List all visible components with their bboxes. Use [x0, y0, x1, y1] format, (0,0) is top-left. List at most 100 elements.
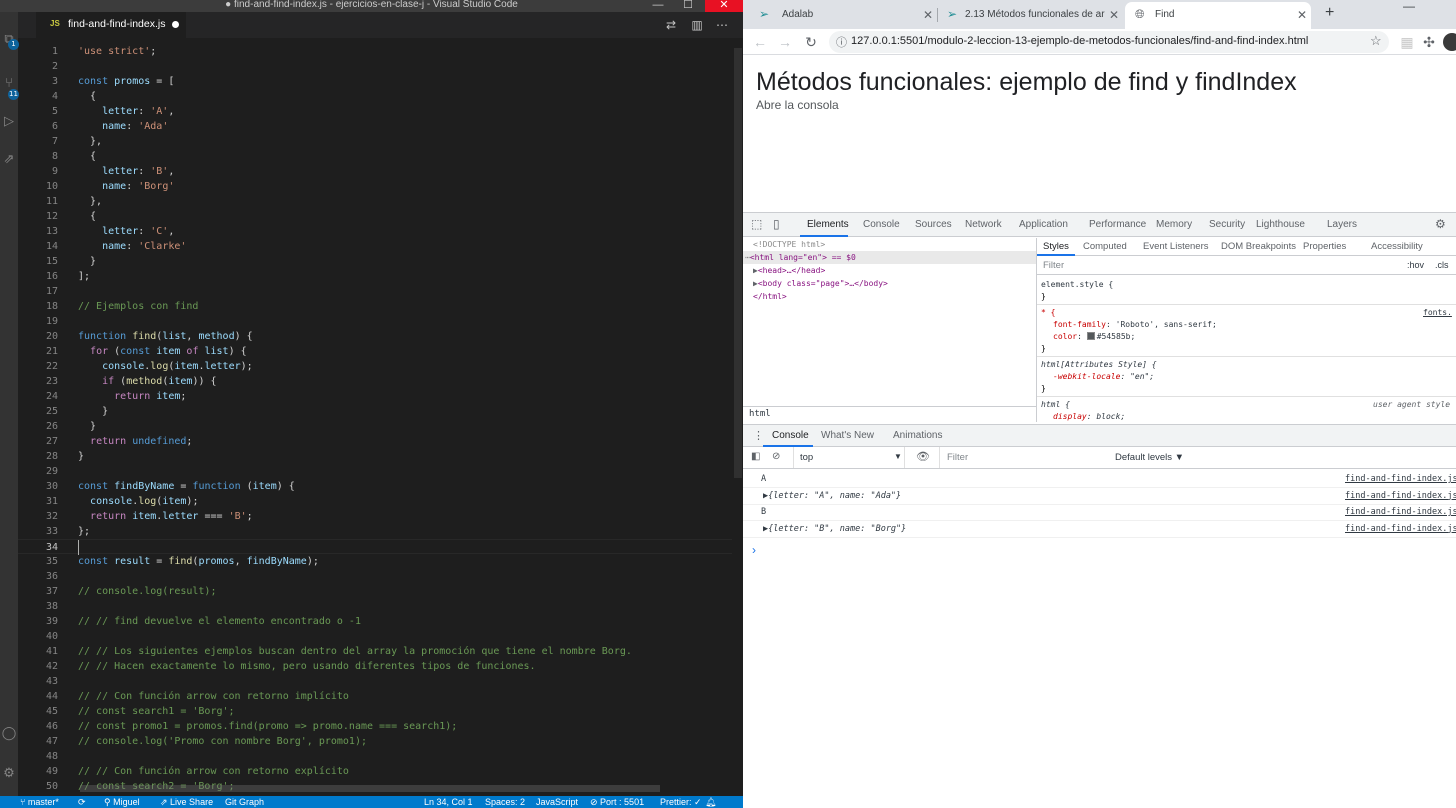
code-line[interactable]: 34 [18, 539, 733, 555]
universal-selector[interactable]: * { [1041, 308, 1055, 317]
doctype-node[interactable]: <!DOCTYPE html> [753, 238, 825, 251]
live-server-port[interactable]: ⊘ Port : 5501 [590, 796, 644, 808]
code-line[interactable]: 3 const promos = [ [18, 74, 733, 89]
code-line[interactable]: 9 letter: 'B', [18, 164, 733, 179]
devtools-tab-sources[interactable]: Sources [915, 219, 952, 230]
code-line[interactable]: 14 name: 'Clarke' [18, 239, 733, 254]
code-line[interactable]: 38 [18, 599, 733, 614]
console-message[interactable]: Afind-and-find-index.js [743, 471, 1456, 488]
styles-tab-accessibility[interactable]: Accessibility [1371, 241, 1423, 252]
styles-tab-styles[interactable]: Styles [1043, 241, 1069, 252]
styles-filter-input[interactable]: Filter [1043, 260, 1064, 271]
split-editor-icon[interactable]: ▥ [689, 17, 705, 33]
devtools-tab-application[interactable]: Application [1019, 219, 1068, 230]
code-line[interactable]: 44 // // Con función arrow con retorno im… [18, 689, 733, 704]
live-expression-eye-icon[interactable]: 👁︎ [916, 450, 930, 463]
bookmark-star-icon[interactable]: ☆ [1370, 33, 1382, 49]
code-line[interactable]: 18 // Ejemplos con find [18, 299, 733, 314]
code-line[interactable]: 45 // const search1 = 'Borg'; [18, 704, 733, 719]
code-line[interactable]: 49 // // Con función arrow con retorno ex… [18, 764, 733, 779]
styles-tab-event-listeners[interactable]: Event Listeners [1143, 241, 1208, 252]
code-line[interactable]: 22 console.log(item.letter); [18, 359, 733, 374]
close-tab-icon[interactable]: ✕ [923, 8, 933, 22]
sync-icon[interactable]: ⟳ [78, 796, 86, 808]
code-line[interactable]: 48 [18, 749, 733, 764]
editor-scrollbar[interactable] [732, 38, 743, 796]
drawer-tab-console[interactable]: Console [772, 430, 809, 441]
close-tab-icon[interactable]: ✕ [1109, 8, 1119, 22]
code-line[interactable]: 8 { [18, 149, 733, 164]
code-line[interactable]: 27 return undefined; [18, 434, 733, 449]
drawer-tab-animations[interactable]: Animations [893, 430, 942, 441]
stylesheet-source-link[interactable]: fonts. [1423, 308, 1452, 317]
code-line[interactable]: 40 [18, 629, 733, 644]
code-editor[interactable]: 1'use strict'; 2 3 const promos = [4 {5 let… [18, 44, 738, 792]
styles-tab-computed[interactable]: Computed [1083, 241, 1127, 252]
back-button[interactable]: ← [750, 32, 770, 52]
scrollbar-thumb[interactable] [734, 48, 742, 478]
console-filter-input[interactable]: Filter [939, 447, 1107, 468]
code-line[interactable]: 25 } [18, 404, 733, 419]
font-family-declaration[interactable]: font-family: 'Roboto', sans-serif; [1053, 320, 1217, 329]
code-line[interactable]: 33}; [18, 524, 733, 539]
code-line[interactable]: 29 [18, 464, 733, 479]
code-line[interactable]: 42 // // Hacen exactamente lo mismo, pero… [18, 659, 733, 674]
reload-button[interactable]: ↻ [801, 32, 821, 52]
browser-tab-find[interactable]: 🌐︎ Find ✕ [1125, 2, 1311, 29]
minimize-button[interactable]: — [643, 0, 673, 12]
console-message[interactable]: ▶{letter: "B", name: "Borg"} find-and-fin… [743, 521, 1456, 538]
code-line[interactable]: 4 { [18, 89, 733, 104]
code-line[interactable]: 2 [18, 59, 733, 74]
forward-button[interactable]: → [775, 32, 795, 52]
code-line[interactable]: 21 for (const item of list) { [18, 344, 733, 359]
log-levels-dropdown[interactable]: Default levels ▼ [1115, 452, 1184, 463]
code-line[interactable]: 15 } [18, 254, 733, 269]
styles-tab-dom-breakpoints[interactable]: DOM Breakpoints [1221, 241, 1296, 252]
code-line[interactable]: 43 [18, 674, 733, 689]
unsaved-dot-icon[interactable] [172, 21, 179, 28]
code-line[interactable]: 12 { [18, 209, 733, 224]
user-status[interactable]: ⚲ Miguel [104, 796, 140, 808]
code-line[interactable]: 5 letter: 'A', [18, 104, 733, 119]
code-line[interactable]: 47 // console.log('Promo con nombre Borg'… [18, 734, 733, 749]
address-bar[interactable]: ⓘ 127.0.0.1:5501/modulo-2-leccion-13-eje… [829, 31, 1389, 53]
devtools-settings-gear-icon[interactable]: ⚙ [1435, 217, 1446, 231]
settings-gear-icon[interactable]: ⚙ [1, 764, 17, 782]
html-node[interactable]: ⋯<html lang="en"> == $0 [745, 251, 856, 264]
head-node[interactable]: ▶<head>…</head> [753, 264, 825, 277]
open-changes-icon[interactable]: ⇄ [663, 17, 679, 33]
console-source-link[interactable]: find-and-find-index.js [1345, 491, 1456, 501]
code-line[interactable]: 17 [18, 284, 733, 299]
run-debug-icon[interactable]: ▷ [1, 112, 17, 130]
horizontal-scrollbar[interactable] [80, 785, 660, 792]
devtools-tab-security[interactable]: Security [1209, 219, 1245, 230]
code-line[interactable]: 37 // console.log(result); [18, 584, 733, 599]
indentation-status[interactable]: Spaces: 2 [485, 796, 525, 808]
clear-console-icon[interactable]: ⊘ [772, 451, 780, 462]
prettier-status[interactable]: Prettier: ✓ [660, 796, 702, 808]
more-actions-icon[interactable]: ⋯ [714, 17, 730, 33]
profile-avatar[interactable] [1443, 33, 1456, 51]
browser-tab-adalab[interactable]: ➢ Adalab ✕ [747, 2, 937, 29]
live-share-icon[interactable]: ⇗ [1, 150, 17, 168]
code-line[interactable]: 30 const findByName = function (item) { [18, 479, 733, 494]
cursor-position[interactable]: Ln 34, Col 1 [424, 796, 473, 808]
devtools-tab-console[interactable]: Console [863, 219, 900, 230]
code-line[interactable]: 1 'use strict'; [18, 44, 733, 59]
devtools-tab-performance[interactable]: Performance [1089, 219, 1146, 230]
devtools-tab-elements[interactable]: Elements [807, 219, 849, 230]
code-line[interactable]: 6 name: 'Ada' [18, 119, 733, 134]
console-source-link[interactable]: find-and-find-index.js [1345, 474, 1456, 484]
code-line[interactable]: 41 // // Los siguientes ejemplos buscan d… [18, 644, 733, 659]
code-line[interactable]: 24 return item; [18, 389, 733, 404]
styles-tab-properties[interactable]: Properties [1303, 241, 1346, 252]
breadcrumb-html[interactable]: html [749, 409, 771, 419]
code-line[interactable]: 19 [18, 314, 733, 329]
devtools-tab-network[interactable]: Network [965, 219, 1002, 230]
code-line[interactable]: 11 }, [18, 194, 733, 209]
git-graph-status[interactable]: Git Graph [225, 796, 264, 808]
code-line[interactable]: 10 name: 'Borg' [18, 179, 733, 194]
code-line[interactable]: 31 console.log(item); [18, 494, 733, 509]
code-line[interactable]: 39 // // find devuelve el elemento encont… [18, 614, 733, 629]
code-line[interactable]: 16]; [18, 269, 733, 284]
